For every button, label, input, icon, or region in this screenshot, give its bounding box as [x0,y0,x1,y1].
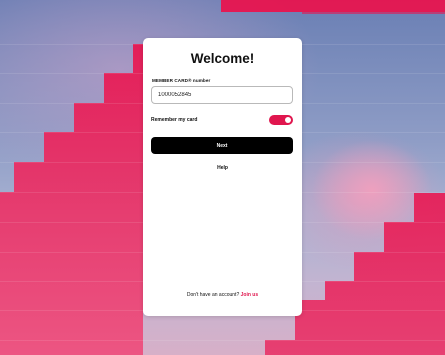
next-button[interactable]: Next [151,137,293,154]
card-number-input[interactable] [151,86,293,104]
help-link-label[interactable]: Help [217,165,228,171]
help-link[interactable]: Help [0,165,445,171]
page-title: Welcome! [190,51,255,66]
no-account-text: Don't have an account? [186,292,240,298]
join-us-link[interactable]: Join us [241,292,259,298]
toggle-knob [285,117,291,123]
remember-card-toggle[interactable] [269,115,293,125]
remember-card-label: Remember my card [151,117,198,123]
signup-prompt: Don't have an account? Join us [0,292,445,298]
card-number-label: MEMBER CARD® number [152,78,211,83]
